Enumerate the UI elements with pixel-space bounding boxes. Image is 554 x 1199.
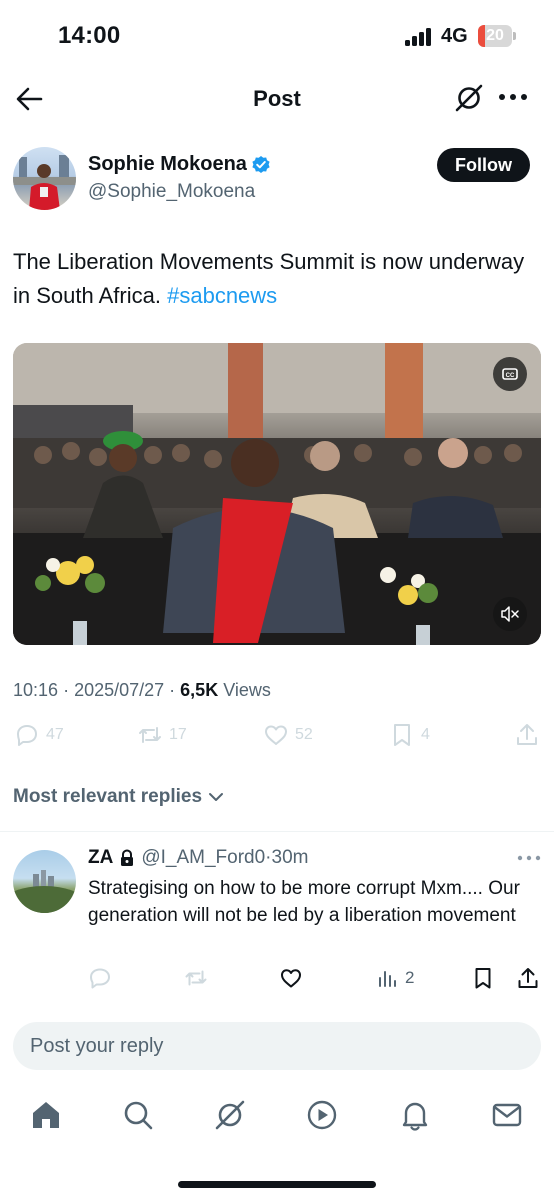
heart-icon: [265, 725, 287, 745]
analytics-icon: [379, 971, 396, 987]
post-video[interactable]: CC: [13, 343, 541, 645]
svg-text:CC: CC: [506, 373, 515, 379]
video-frame: [13, 343, 541, 645]
mute-button[interactable]: [493, 597, 527, 631]
repost-action[interactable]: 17: [137, 722, 187, 748]
repost-count: 17: [169, 726, 187, 743]
reply-author-name[interactable]: ZA: [88, 847, 113, 869]
post-time: 10:16: [13, 680, 59, 700]
reply-repost-action[interactable]: [184, 966, 208, 990]
post-meta: 10:16 · 2025/07/27 · 6,5K Views: [13, 680, 271, 700]
repost-icon: [139, 727, 161, 743]
like-count: 52: [295, 726, 313, 743]
post-header: Post: [0, 70, 554, 130]
author-name-row[interactable]: Sophie Mokoena: [88, 153, 271, 176]
bookmark-count: 4: [421, 726, 430, 743]
reply-actions: 2: [0, 966, 554, 996]
network-type: 4G: [441, 25, 468, 47]
reply-bookmark-action[interactable]: [471, 966, 495, 990]
reply-author-handle[interactable]: @I_AM_Ford0: [141, 847, 265, 869]
divider: [0, 831, 554, 832]
views-label[interactable]: Views: [223, 680, 271, 700]
bookmark-action[interactable]: 4: [389, 722, 430, 748]
chevron-down-icon: [209, 793, 224, 801]
repost-icon: [185, 970, 207, 986]
share-icon: [518, 968, 538, 988]
home-icon[interactable]: [29, 1098, 63, 1132]
reply-icon: [90, 968, 110, 989]
post-text: The Liberation Movements Summit is now u…: [13, 245, 533, 313]
follow-button[interactable]: Follow: [437, 148, 530, 182]
grok-icon[interactable]: [453, 82, 485, 114]
grok-icon[interactable]: [213, 1098, 247, 1132]
reply-time[interactable]: 30m: [272, 847, 309, 869]
views-count: 6,5K: [180, 680, 219, 700]
share-action[interactable]: [514, 722, 540, 748]
messages-icon[interactable]: [490, 1098, 524, 1132]
reply-like-action[interactable]: [279, 966, 303, 990]
captions-button[interactable]: CC: [493, 357, 527, 391]
status-time: 14:00: [58, 22, 121, 49]
bottom-tab-bar: [0, 1090, 554, 1142]
post-date: 2025/07/27: [74, 680, 165, 700]
reply-reply-action[interactable]: [88, 966, 112, 990]
reply-avatar[interactable]: [13, 850, 76, 913]
signal-icon: [405, 28, 435, 46]
notifications-icon[interactable]: [398, 1098, 432, 1132]
more-horizontal-icon[interactable]: [517, 852, 541, 864]
home-indicator: [178, 1181, 376, 1188]
reply-count: 47: [46, 726, 64, 743]
verified-badge-icon: [252, 155, 270, 173]
replies-sort-dropdown[interactable]: Most relevant replies: [13, 786, 224, 808]
captions-icon: CC: [502, 368, 518, 380]
search-icon[interactable]: [121, 1098, 155, 1132]
status-bar: 14:00 4G 20: [0, 0, 554, 70]
more-horizontal-icon[interactable]: [498, 87, 528, 107]
video-icon[interactable]: [305, 1098, 339, 1132]
heart-icon: [281, 969, 301, 988]
lock-icon: [121, 849, 134, 866]
author-avatar[interactable]: [13, 147, 76, 210]
battery-icon: 20: [478, 25, 516, 47]
author-handle[interactable]: @Sophie_Mokoena: [88, 181, 255, 203]
reply-input[interactable]: [13, 1022, 541, 1070]
volume-muted-icon: [501, 606, 519, 622]
reply-views-action[interactable]: 2: [376, 966, 414, 990]
share-icon: [517, 724, 537, 745]
reply-header: ZA @I_AM_Ford0 · 30m: [88, 847, 308, 869]
reply-text: Strategising on how to be more corrupt M…: [88, 878, 520, 926]
bookmark-icon: [475, 968, 491, 989]
like-action[interactable]: 52: [263, 722, 313, 748]
bookmark-icon: [394, 724, 410, 746]
reply-share-action[interactable]: [516, 966, 540, 990]
reply-icon: [17, 725, 37, 746]
author-name[interactable]: Sophie Mokoena: [88, 153, 247, 176]
battery-level: 20: [486, 27, 504, 44]
post-actions: 47 17 52 4: [0, 722, 554, 758]
reply-views-count: 2: [405, 968, 415, 987]
reply-action[interactable]: 47: [14, 722, 64, 748]
replies-sort-label: Most relevant replies: [13, 786, 203, 807]
hashtag-link[interactable]: #sabcnews: [167, 283, 277, 308]
